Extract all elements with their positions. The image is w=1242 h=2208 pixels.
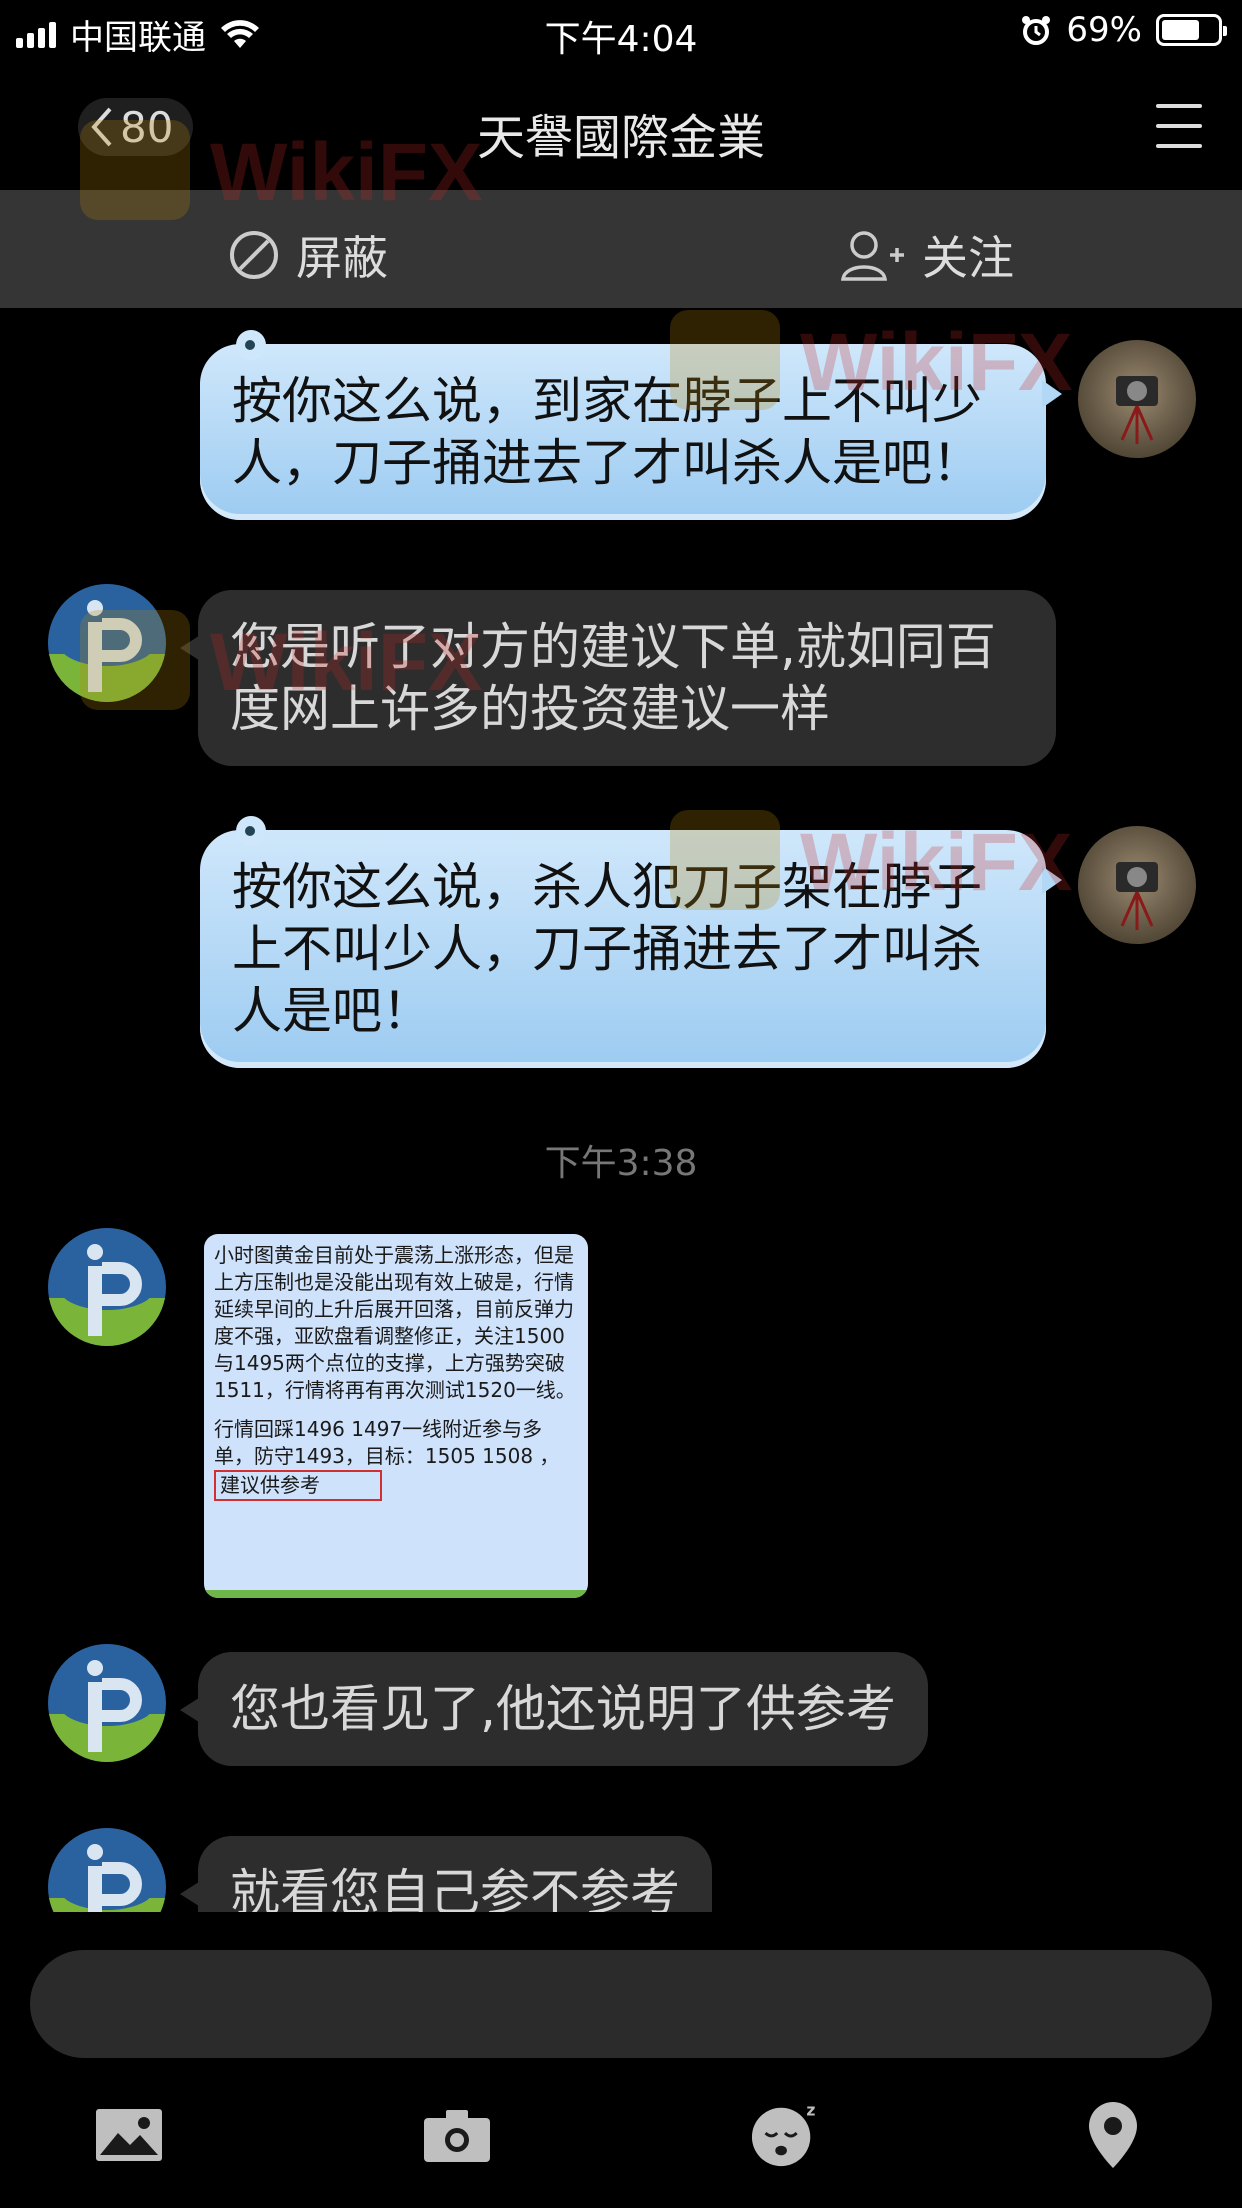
message-text: 按你这么说，到家在脖子上不叫少人，刀子捅进去了才叫杀人是吧！: [232, 372, 982, 492]
image-text-paragraph: 小时图黄金目前处于震荡上涨形态，但是上方压制也是没能出现有效上破是，行情延续早间…: [214, 1243, 576, 1402]
message-bubble-incoming[interactable]: 就看您自己参不参考: [180, 1836, 712, 1912]
message-list[interactable]: 按你这么说，到家在脖子上不叫少人，刀子捅进去了才叫杀人是吧！ 您是听了对方的建议…: [0, 308, 1242, 1912]
message-bubble-incoming[interactable]: 您也看见了,他还说明了供参考: [180, 1652, 928, 1766]
bubble-decoration: [236, 816, 266, 846]
block-button[interactable]: 屏蔽: [228, 222, 388, 288]
block-label: 屏蔽: [296, 231, 388, 285]
alarm-icon: [1022, 16, 1051, 45]
block-icon: [230, 231, 278, 279]
battery-fill: [1162, 20, 1200, 40]
broker-logo-icon: [48, 600, 166, 702]
image-text: 行情回踩1496 1497一线附近参与多单，防守1493，目标：1505 150…: [214, 1417, 560, 1468]
highlight-box: 建议供参考: [214, 1470, 382, 1501]
message-timestamp: 下午3:38: [544, 1143, 698, 1184]
menu-button[interactable]: [1156, 104, 1202, 148]
bubble-decoration: [236, 330, 266, 360]
message-text: 您也看见了,他还说明了供参考: [230, 1680, 896, 1738]
avatar[interactable]: [48, 1644, 166, 1762]
message-bubble-incoming[interactable]: 您是听了对方的建议下单,就如同百度网上许多的投资建议一样: [180, 590, 1056, 766]
camera-avatar-icon: [1116, 862, 1158, 930]
avatar[interactable]: [1078, 826, 1196, 944]
emoji-button[interactable]: z: [750, 2100, 820, 2170]
status-bar: 中国联通 下午4:04 69%: [0, 0, 1242, 62]
avatar[interactable]: [1078, 340, 1196, 458]
bottom-toolbar: z: [0, 2080, 1242, 2180]
emoji-icon: z: [751, 2102, 815, 2167]
image-text-paragraph: 行情回踩1496 1497一线附近参与多单，防守1493，目标：1505 150…: [214, 1416, 578, 1501]
broker-logo-icon: [48, 1660, 166, 1762]
status-right: 69%: [1020, 10, 1227, 50]
image-message[interactable]: 小时图黄金目前处于震荡上涨形态，但是上方压制也是没能出现有效上破是，行情延续早间…: [204, 1234, 588, 1598]
location-button[interactable]: [1078, 2100, 1148, 2170]
message-bubble-outgoing[interactable]: 按你这么说，到家在脖子上不叫少人，刀子捅进去了才叫杀人是吧！: [200, 330, 1062, 520]
photo-icon: [96, 2109, 162, 2161]
camera-icon: [424, 2110, 490, 2162]
follow-button[interactable]: 关注: [840, 222, 1014, 288]
chat-title: 天譽國際金業: [476, 110, 765, 166]
avatar[interactable]: [48, 584, 166, 702]
image-bottom-strip: [204, 1590, 588, 1598]
photo-button[interactable]: [94, 2100, 164, 2170]
chat-screen: 中国联通 下午4:04 69% 80 天譽國際金業 屏蔽 关注 按你这么说，到家…: [0, 0, 1242, 2208]
add-user-icon: [841, 231, 904, 281]
avatar[interactable]: [48, 1828, 166, 1912]
message-input[interactable]: [30, 1950, 1212, 2058]
broker-logo-icon: [48, 1844, 166, 1912]
message-text: 就看您自己参不参考: [230, 1864, 680, 1912]
follow-label: 关注: [922, 231, 1014, 285]
battery-icon: [1156, 14, 1227, 46]
message-bubble-outgoing[interactable]: 按你这么说，杀人犯刀子架在脖子上不叫少人，刀子捅进去了才叫杀人是吧！: [200, 816, 1062, 1068]
message-text: 按你这么说，杀人犯刀子架在脖子上不叫少人，刀子捅进去了才叫杀人是吧！: [232, 858, 982, 1040]
battery-percent: 69%: [1066, 10, 1142, 50]
camera-button[interactable]: [422, 2100, 492, 2170]
broker-logo-icon: [48, 1244, 166, 1346]
nav-bar: 80 天譽國際金業: [0, 62, 1242, 190]
camera-avatar-icon: [1116, 376, 1158, 444]
location-icon: [1089, 2102, 1137, 2168]
action-bar: 屏蔽 关注: [0, 190, 1242, 308]
avatar[interactable]: [48, 1228, 166, 1346]
svg-text:z: z: [806, 2102, 815, 2120]
message-text: 您是听了对方的建议下单,就如同百度网上许多的投资建议一样: [230, 618, 996, 738]
